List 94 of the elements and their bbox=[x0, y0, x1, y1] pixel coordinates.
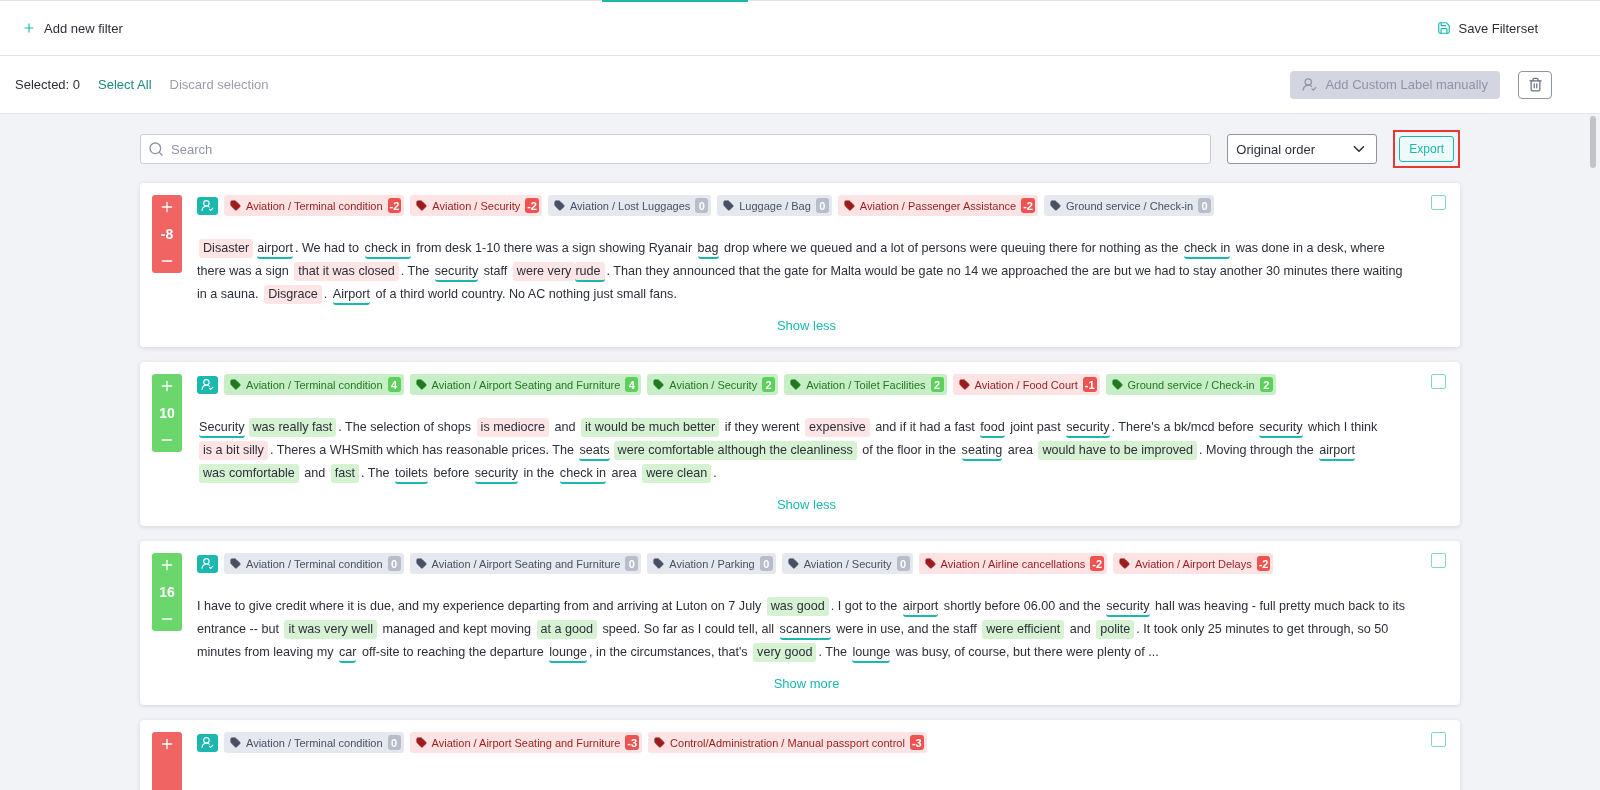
tag-icon bbox=[553, 200, 565, 211]
tag-icon bbox=[843, 200, 855, 211]
plus-icon[interactable] bbox=[159, 378, 175, 394]
tag-icon bbox=[230, 379, 241, 390]
label-tag[interactable]: Aviation / Security 0 bbox=[781, 553, 913, 574]
label-tag[interactable]: Aviation / Airport Delays -2 bbox=[1113, 553, 1274, 574]
select-all-link[interactable]: Select All bbox=[98, 77, 152, 92]
label-tag[interactable]: Aviation / Airport Seating and Furniture -3 bbox=[409, 732, 643, 753]
tag-icon bbox=[653, 379, 665, 390]
label-tag[interactable]: Ground service / Check-in 2 bbox=[1105, 374, 1276, 395]
label-tag[interactable]: Aviation / Terminal condition 4 bbox=[224, 374, 404, 395]
label-tag[interactable]: Aviation / Passenger Assistance -2 bbox=[837, 195, 1038, 216]
tag-count: 2 bbox=[762, 377, 776, 392]
tag-icon bbox=[230, 737, 241, 748]
tag-count: 2 bbox=[1259, 377, 1273, 392]
tag-icon bbox=[415, 379, 427, 390]
add-filter-button[interactable]: Add new filter bbox=[22, 20, 123, 36]
score-value: -8 bbox=[160, 226, 174, 242]
score-value: 16 bbox=[159, 584, 175, 600]
tag-count: 4 bbox=[625, 377, 639, 392]
selected-label: Selected: 0 bbox=[15, 77, 81, 92]
trash-icon bbox=[1527, 77, 1543, 92]
tag-count: 0 bbox=[759, 556, 773, 571]
person-icon[interactable] bbox=[197, 733, 218, 752]
label-tag[interactable]: Aviation / Airport Seating and Furniture 0 bbox=[409, 553, 642, 574]
select-checkbox[interactable] bbox=[1431, 195, 1446, 210]
save-filterset-button[interactable]: Save Filterset bbox=[1436, 20, 1538, 36]
label-tag[interactable]: Aviation / Food Court -1 bbox=[952, 374, 1100, 395]
tag-icon bbox=[723, 200, 735, 211]
label-tag[interactable]: Ground service / Check-in 0 bbox=[1043, 195, 1215, 216]
tag-icon bbox=[787, 558, 799, 569]
tag-icon bbox=[230, 558, 241, 569]
label-tag[interactable]: Aviation / Security -2 bbox=[410, 195, 542, 216]
tag-icon bbox=[1049, 200, 1061, 211]
label-tag[interactable]: Aviation / Security 2 bbox=[647, 374, 779, 395]
tag-icon bbox=[958, 379, 970, 390]
tag-count: 0 bbox=[387, 735, 401, 750]
select-checkbox[interactable] bbox=[1431, 374, 1446, 389]
tag-count: -2 bbox=[1090, 556, 1105, 571]
tag-count: -3 bbox=[909, 735, 924, 750]
label-tag[interactable]: Aviation / Lost Luggages 0 bbox=[547, 195, 712, 216]
review-text: Disaster airport. We had to check in from desk 1-10 there was a sign showing Ryanair bag drop where we queued and a lot of persons were queuing there for nothing as the check in was done in a desk, where there was a sign that it was closed . The security staff were very rude . Than they announced that the gate for Malta would be gate no 14 we approached the are but we had to stay another 30 minutes there waiting in a sauna. Disgrace . Airport of a third world country. No AC nothing just small fans. bbox=[197, 237, 1416, 306]
tag-icon bbox=[230, 200, 241, 211]
tag-count: -3 bbox=[625, 735, 640, 750]
plus-icon bbox=[22, 21, 36, 35]
label-tag[interactable]: Aviation / Terminal condition 0 bbox=[224, 553, 404, 574]
tag-count: 4 bbox=[387, 377, 401, 392]
label-tag[interactable]: Aviation / Airline cancellations -2 bbox=[918, 553, 1108, 574]
tag-icon bbox=[416, 200, 428, 211]
tag-icon bbox=[790, 379, 802, 390]
tag-count: 0 bbox=[387, 556, 401, 571]
tag-count: -2 bbox=[525, 198, 539, 213]
person-icon[interactable] bbox=[197, 554, 218, 573]
plus-icon[interactable] bbox=[159, 736, 175, 752]
scrollbar-thumb[interactable] bbox=[1590, 116, 1596, 168]
person-icon[interactable] bbox=[197, 196, 218, 215]
label-tag[interactable]: Aviation / Toilet Facilities 2 bbox=[784, 374, 947, 395]
search-icon bbox=[148, 141, 164, 157]
tag-count: 0 bbox=[625, 556, 639, 571]
tag-count: 0 bbox=[695, 198, 709, 213]
person-icon[interactable] bbox=[197, 375, 218, 394]
label-tag[interactable]: Control/Administration / Manual passport control -3 bbox=[648, 732, 927, 753]
delete-button[interactable] bbox=[1518, 70, 1552, 99]
tag-count: -2 bbox=[1021, 198, 1035, 213]
review-text: Security was really fast . The selection of shops is mediocre and it would be much better if they werent expensive and if it had a fast food joint past security. There's a bk/mcd before security which I think is a bit silly . Theres a WHSmith which has reasonable prices. The seats were comfortable although the cleanliness of the floor in the seating area would have to be improved . Moving through the airport was comfortable and fast . The toilets before security in the check in area were clean . bbox=[197, 416, 1416, 485]
tag-count: -1 bbox=[1082, 377, 1097, 392]
label-tag[interactable]: Aviation / Airport Seating and Furniture 4 bbox=[409, 374, 642, 395]
tag-count: -2 bbox=[387, 198, 402, 213]
tag-icon bbox=[924, 558, 936, 569]
label-tag[interactable]: Aviation / Parking 0 bbox=[647, 553, 776, 574]
tag-icon bbox=[415, 737, 427, 748]
tag-count: 2 bbox=[930, 377, 944, 392]
tag-icon bbox=[1119, 558, 1131, 569]
tag-icon bbox=[653, 558, 665, 569]
label-tag[interactable]: Aviation / Terminal condition 0 bbox=[224, 732, 404, 753]
select-checkbox[interactable] bbox=[1431, 553, 1446, 568]
plus-icon[interactable] bbox=[159, 557, 175, 573]
tag-icon bbox=[1111, 379, 1123, 390]
label-tag[interactable]: Luggage / Bag 0 bbox=[717, 195, 832, 216]
select-checkbox[interactable] bbox=[1431, 732, 1446, 747]
save-icon bbox=[1436, 21, 1451, 35]
plus-icon[interactable] bbox=[159, 199, 175, 215]
search-field[interactable]: Search bbox=[140, 134, 1212, 164]
tag-count: 0 bbox=[896, 556, 910, 571]
tag-count: 0 bbox=[815, 198, 829, 213]
score-value: 10 bbox=[159, 405, 175, 421]
tag-icon bbox=[415, 558, 427, 569]
user-icon bbox=[1302, 77, 1318, 92]
tag-count: -2 bbox=[1256, 556, 1271, 571]
sort-dropdown[interactable]: Original order bbox=[1227, 134, 1378, 164]
tag-icon bbox=[654, 737, 666, 748]
label-tag[interactable]: Aviation / Terminal condition -2 bbox=[224, 195, 405, 216]
tag-count: 0 bbox=[1198, 198, 1212, 213]
review-text: I have to give credit where it is due, and my experience departing from and arriving at Luton on 7 July was good . I got to the airport shortly before 06.00 and the security hall was heaving - full pretty much back to its entrance -- but it was very well managed and kept moving at a good speed. So far as I could tell, all scanners were in use, and the staff were efficient and polite . It took only 25 minutes to get through, so 50 minutes from leaving my car off-site to reaching the departure lounge, in the circumstances, that's very good . The lounge was busy, of course, but there were plenty of ... bbox=[197, 595, 1416, 664]
